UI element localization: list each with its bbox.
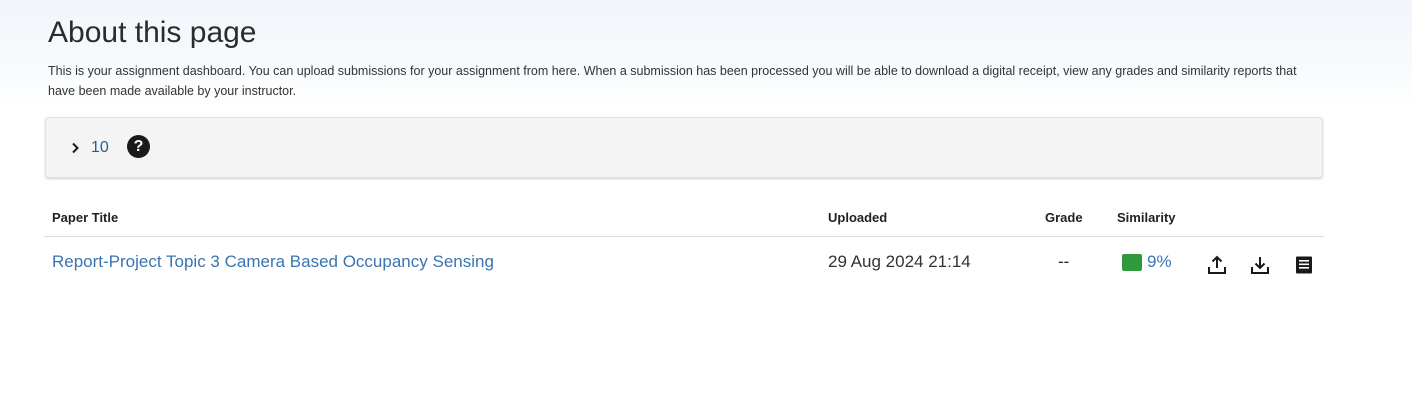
header-uploaded: Uploaded	[828, 210, 888, 225]
page-description: This is your assignment dashboard. You c…	[48, 64, 1297, 98]
download-icon[interactable]	[1249, 254, 1271, 276]
table-row: Report-Project Topic 3 Camera Based Occu…	[44, 237, 1324, 289]
receipt-icon[interactable]	[1293, 254, 1315, 276]
assignment-panel: 10 ?	[45, 117, 1323, 178]
assignment-expand-toggle[interactable]: 10	[68, 136, 109, 160]
submissions-table: Paper Title Uploaded Grade Similarity Re…	[44, 200, 1324, 289]
paper-title-link[interactable]: Report-Project Topic 3 Camera Based Occu…	[52, 252, 494, 272]
assignment-title: 10	[91, 139, 109, 156]
about-section: About this page This is your assignment …	[48, 14, 1308, 101]
grade-value: --	[1058, 252, 1070, 271]
chevron-right-icon	[68, 141, 82, 155]
table-header: Paper Title Uploaded Grade Similarity	[44, 200, 1324, 237]
header-similarity: Similarity	[1117, 210, 1176, 225]
upload-icon[interactable]	[1206, 254, 1228, 276]
help-icon[interactable]: ?	[127, 135, 150, 158]
header-grade: Grade	[1045, 210, 1083, 225]
page-title: About this page	[48, 16, 257, 49]
uploaded-date: 29 Aug 2024 21:14	[828, 252, 971, 271]
header-paper-title: Paper Title	[52, 210, 119, 225]
similarity-percent[interactable]: 9%	[1147, 252, 1172, 272]
similarity-score[interactable]: 9%	[1122, 252, 1172, 272]
similarity-color-swatch	[1122, 253, 1142, 271]
